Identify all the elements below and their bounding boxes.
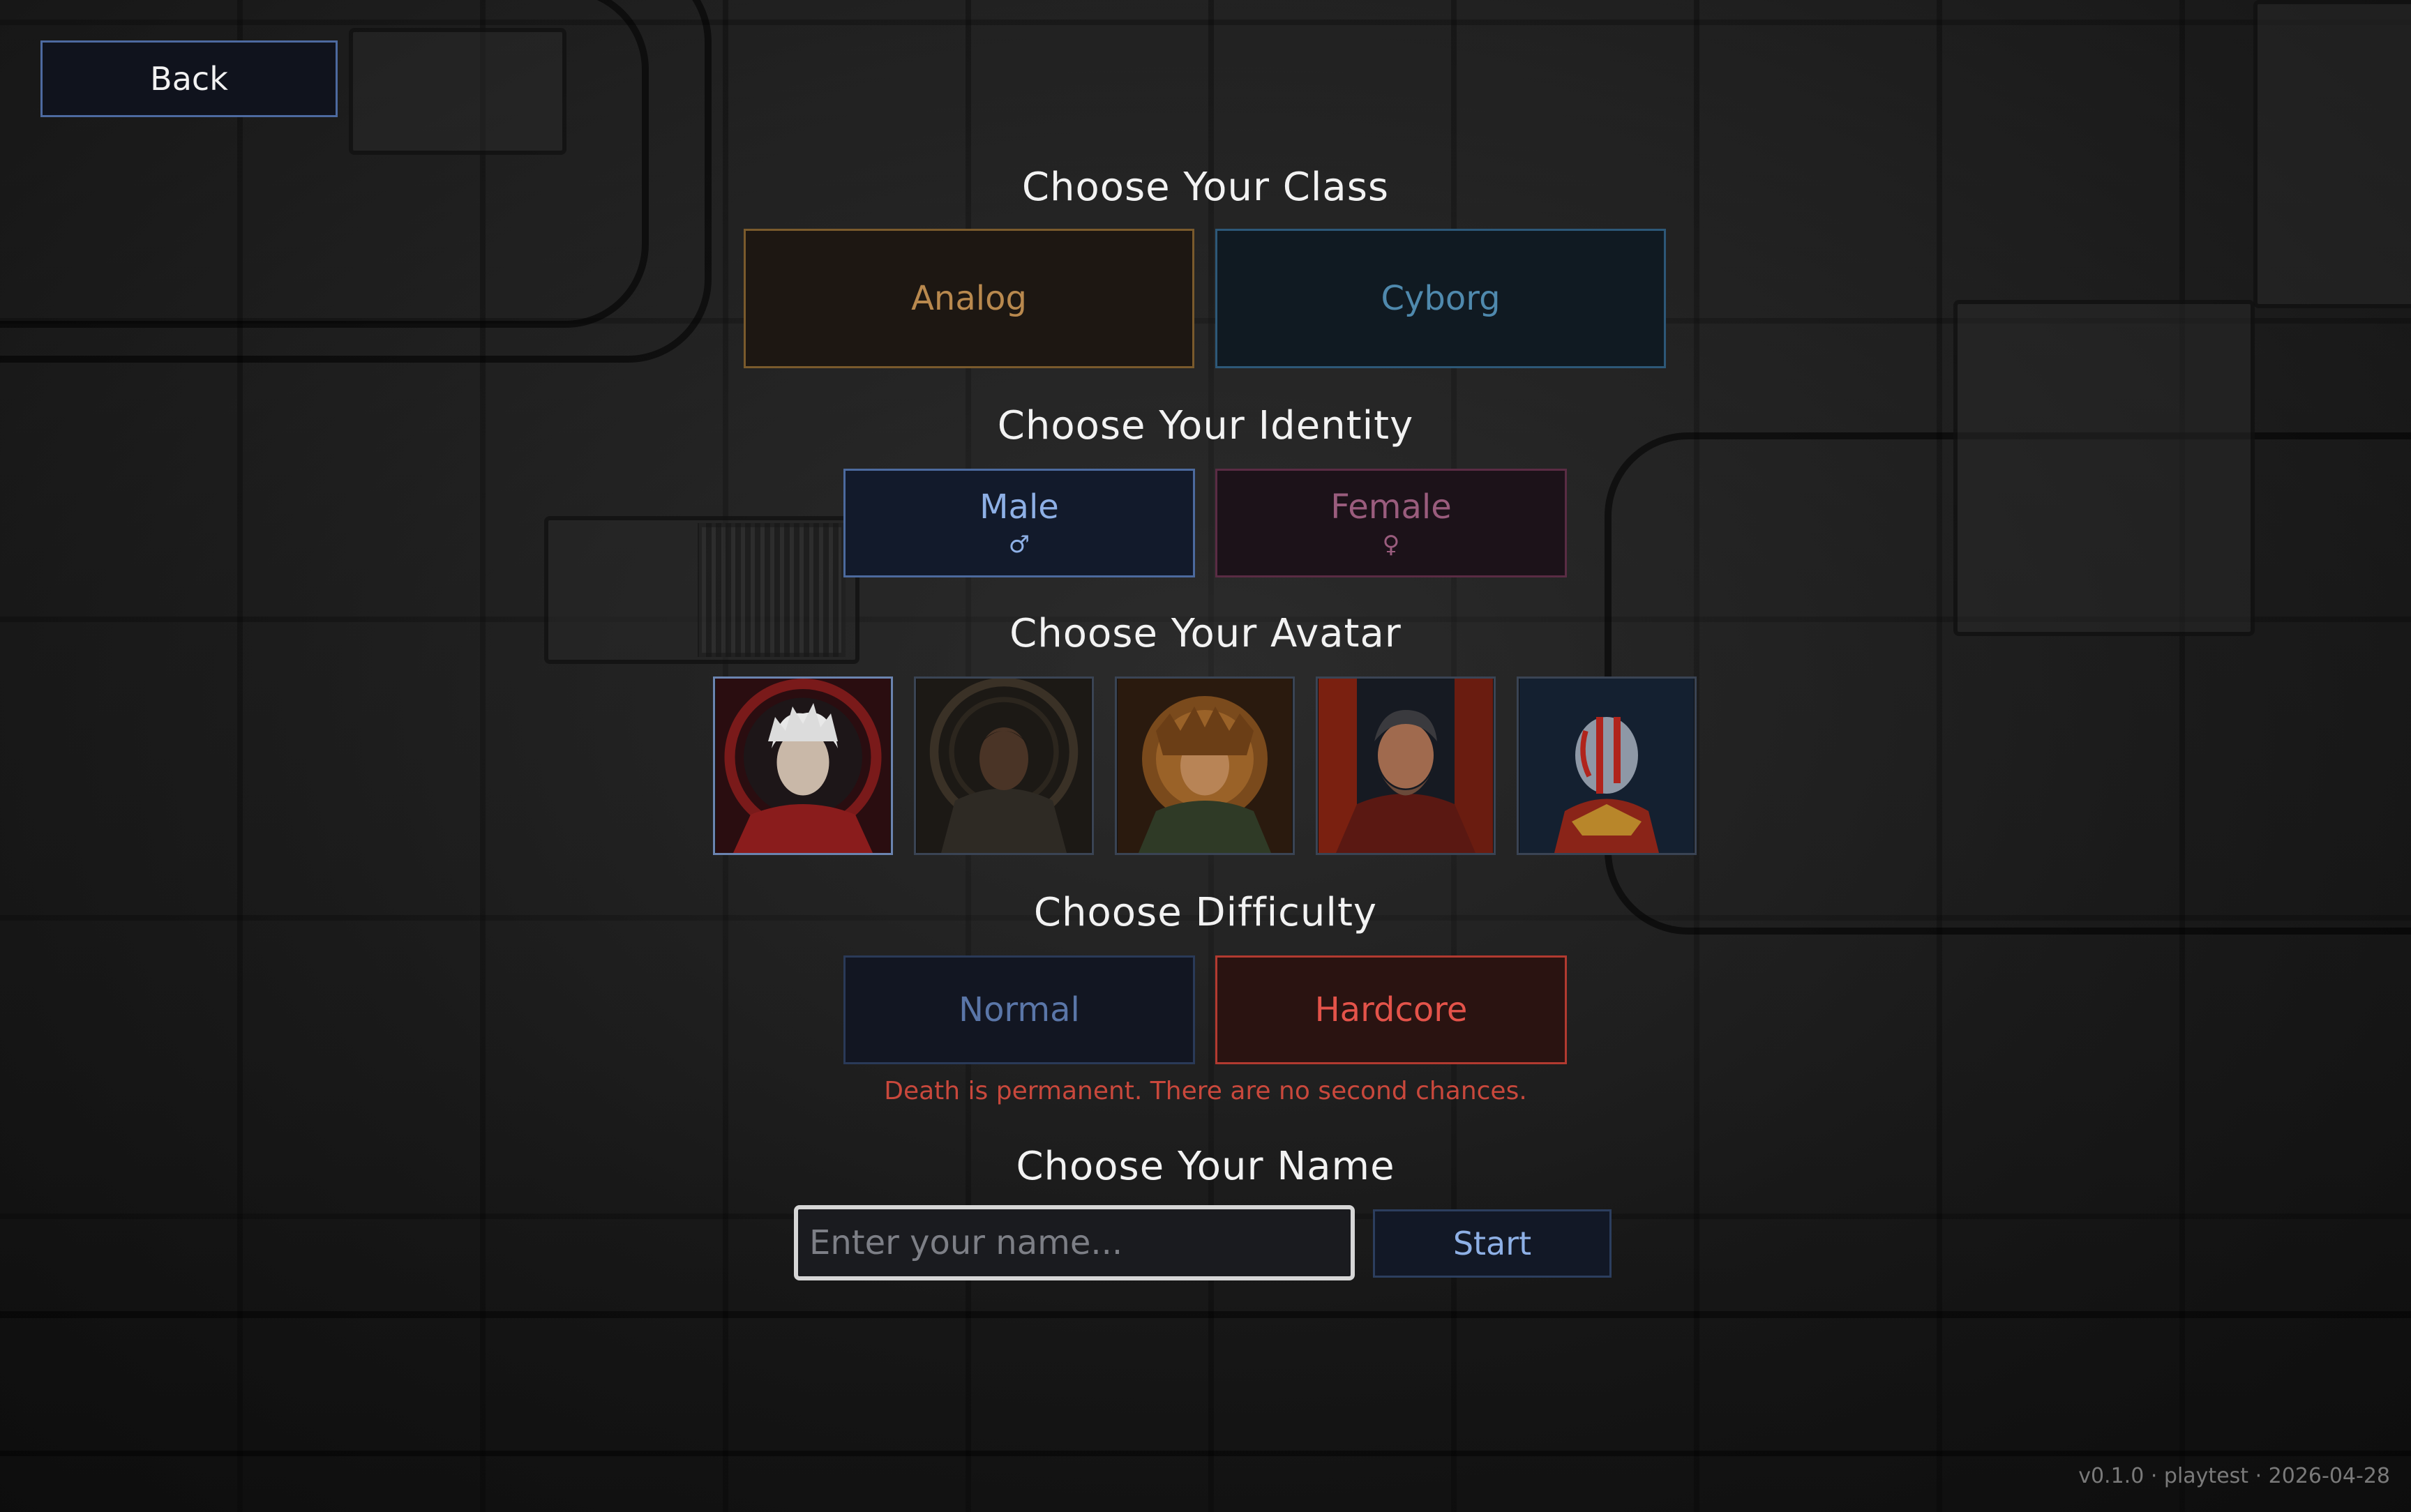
avatar-option-1[interactable] [713, 676, 893, 855]
identity-option-label: Female [1330, 487, 1452, 527]
difficulty-heading: Choose Difficulty [1033, 890, 1378, 935]
difficulty-warning-text: Death is permanent. There are no second … [884, 1077, 1527, 1105]
avatar-option-2[interactable] [914, 676, 1094, 855]
avatar-heading: Choose Your Avatar [1009, 611, 1402, 656]
difficulty-option-hardcore[interactable]: Hardcore [1215, 955, 1567, 1064]
identity-option-male[interactable]: Male ♂ [843, 469, 1195, 577]
avatar-option-4[interactable] [1316, 676, 1496, 855]
bearded-gray-man-portrait-icon [1319, 679, 1493, 853]
identity-heading: Choose Your Identity [997, 403, 1414, 448]
avatar-option-5[interactable] [1517, 676, 1697, 855]
lion-maned-warrior-portrait-icon [1118, 679, 1292, 853]
character-creation-screen: Back Choose Your Class Analog Cyborg Cho… [0, 0, 2411, 1512]
background-rail [0, 1451, 2411, 1456]
class-heading: Choose Your Class [1021, 165, 1390, 210]
difficulty-option-normal[interactable]: Normal [843, 955, 1195, 1064]
version-text: v0.1.0 · playtest · 2026-04-28 [2078, 1464, 2390, 1488]
female-symbol-icon: ♀ [1382, 531, 1400, 559]
white-haired-man-portrait-icon [716, 679, 890, 853]
hooded-dark-man-portrait-icon [917, 679, 1091, 853]
class-option-cyborg[interactable]: Cyborg [1215, 229, 1666, 368]
difficulty-option-label: Hardcore [1314, 990, 1468, 1029]
background-panel [1953, 300, 2255, 636]
identity-option-label: Male [979, 487, 1059, 527]
male-symbol-icon: ♂ [1008, 531, 1030, 559]
background-rail [0, 1311, 2411, 1318]
background-pipe [1605, 432, 2411, 935]
background-panel [2253, 0, 2411, 308]
difficulty-option-label: Normal [959, 990, 1080, 1029]
class-option-label: Analog [911, 279, 1027, 318]
name-heading: Choose Your Name [1016, 1144, 1395, 1189]
start-button[interactable]: Start [1373, 1209, 1612, 1278]
class-option-analog[interactable]: Analog [744, 229, 1194, 368]
background-panel [349, 28, 566, 155]
name-input[interactable] [794, 1205, 1355, 1280]
avatar-option-3[interactable] [1115, 676, 1295, 855]
identity-option-female[interactable]: Female ♀ [1215, 469, 1567, 577]
back-button[interactable]: Back [40, 40, 338, 117]
bald-red-painted-warrior-portrait-icon [1519, 679, 1694, 853]
class-option-label: Cyborg [1381, 279, 1501, 318]
